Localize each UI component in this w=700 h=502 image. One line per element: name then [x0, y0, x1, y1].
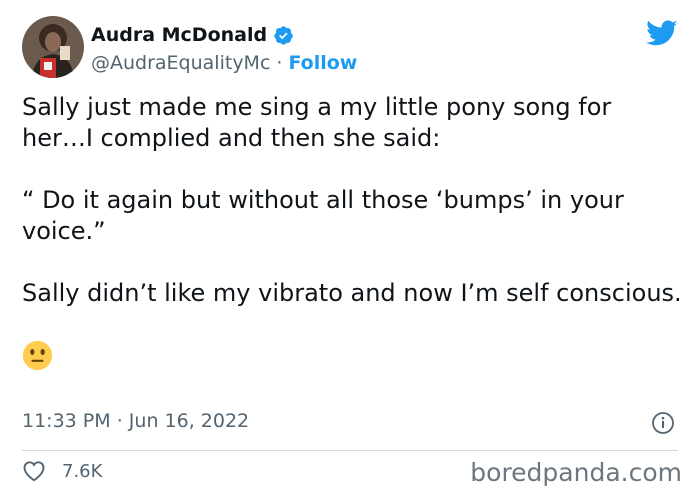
tweet-date: Jun 16, 2022	[128, 410, 250, 432]
like-action[interactable]: 7.6K	[22, 460, 102, 482]
timestamp-separator: ·	[116, 410, 123, 432]
handle-separator: ·	[276, 52, 283, 74]
info-icon[interactable]	[651, 411, 675, 435]
tweet-timestamp[interactable]: 11:33 PM · Jun 16, 2022	[22, 410, 249, 432]
verified-badge-icon	[274, 25, 293, 45]
watermark: boredpanda.com	[470, 458, 682, 487]
tweet-paragraph: Sally just made me sing a my little pony…	[22, 93, 612, 152]
divider	[22, 450, 678, 451]
neutral-face-emoji	[22, 340, 53, 371]
twitter-bird-icon[interactable]	[646, 20, 678, 47]
tweet-time: 11:33 PM	[22, 410, 111, 432]
author-name[interactable]: Audra McDonald	[91, 24, 267, 46]
heart-icon[interactable]	[22, 460, 46, 482]
author-handle[interactable]: @AudraEqualityMc	[91, 52, 270, 74]
author-block: Audra McDonald @AudraEqualityMc · Follow	[91, 22, 357, 74]
like-count: 7.6K	[62, 460, 103, 482]
tweet-paragraph: “ Do it again but without all those ‘bum…	[22, 186, 624, 245]
tweet-body: Sally just made me sing a my little pony…	[22, 92, 682, 371]
tweet-paragraph: Sally didn’t like my vibrato and now I’m…	[22, 279, 682, 307]
avatar[interactable]	[22, 16, 84, 78]
follow-button[interactable]: Follow	[288, 52, 357, 74]
